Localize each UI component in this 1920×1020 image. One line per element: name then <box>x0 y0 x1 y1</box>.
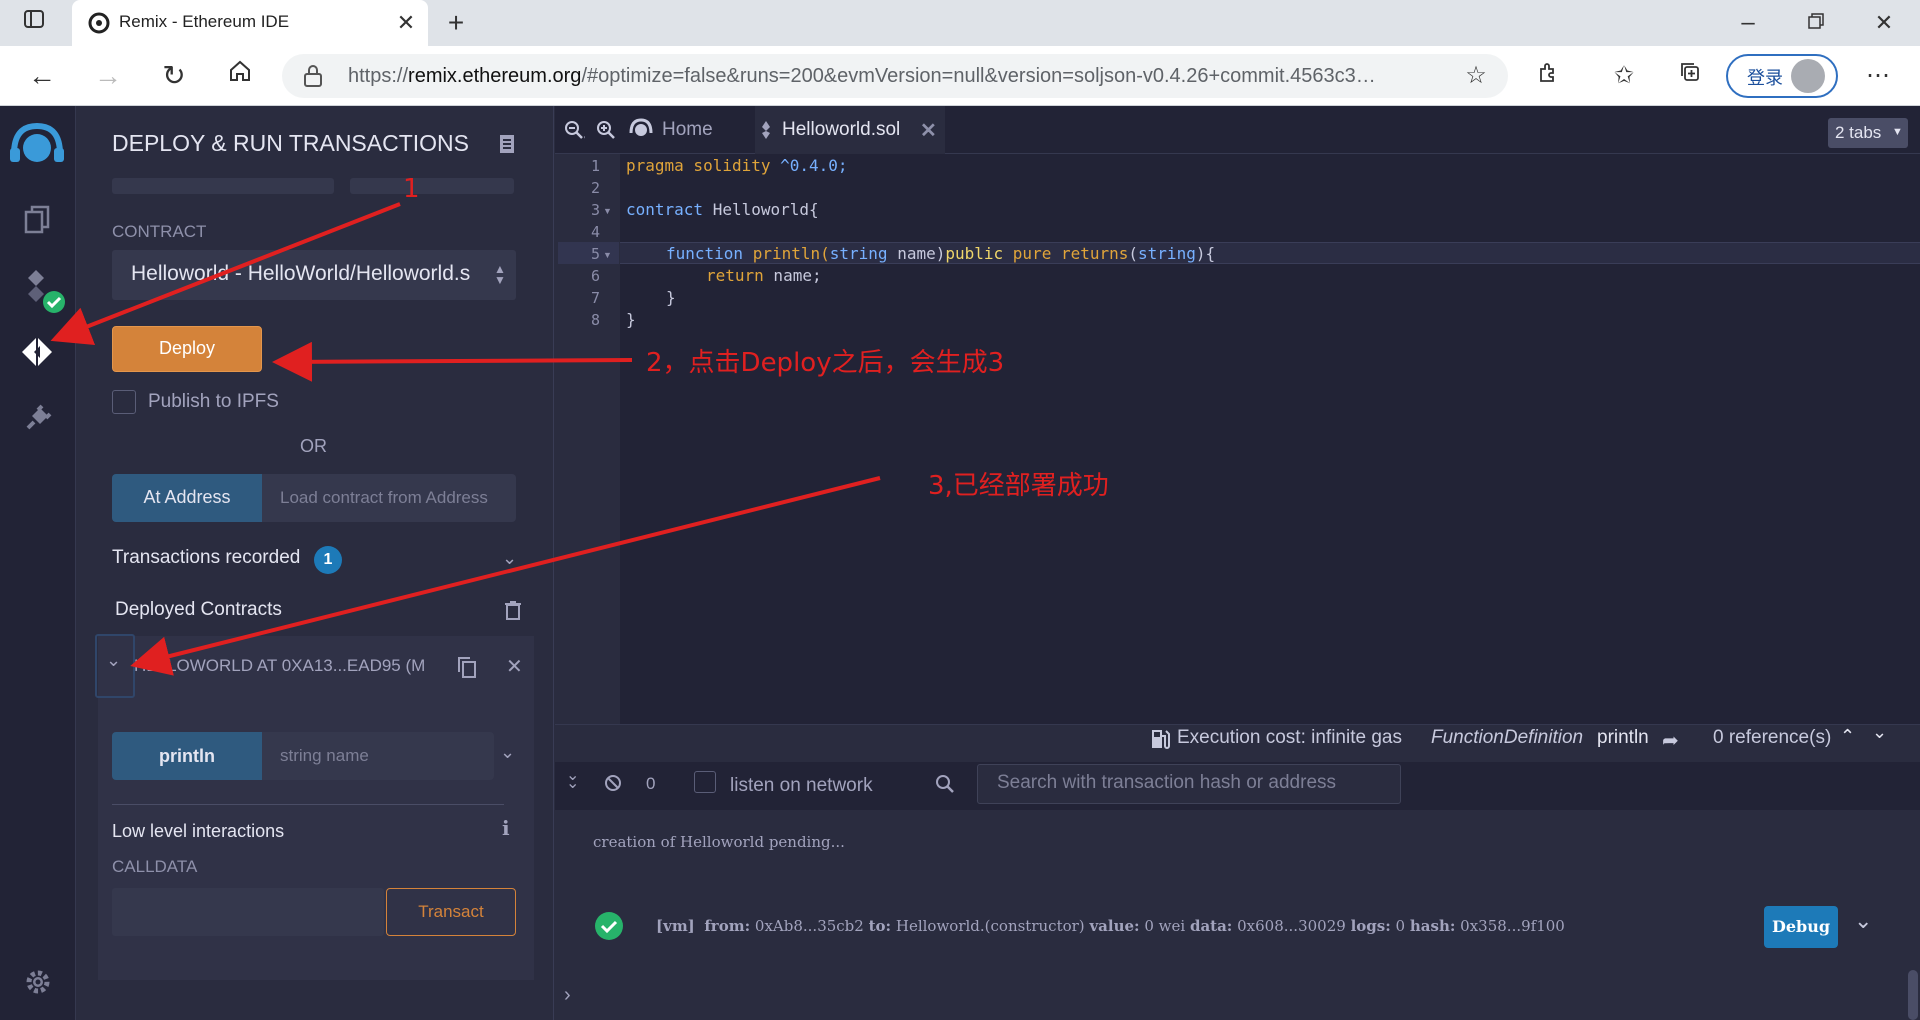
annotation-2: 2，点击Deploy之后，会生成3 <box>646 348 1005 378</box>
annotation-arrow-1 <box>50 202 401 345</box>
annotation-arrow-2 <box>272 341 633 382</box>
annotation-arrow-3 <box>130 476 881 676</box>
annotation-3: 3,已经部署成功 <box>928 471 1109 501</box>
annotation-1: 1 <box>403 174 420 204</box>
annotation-arrows <box>50 202 881 676</box>
